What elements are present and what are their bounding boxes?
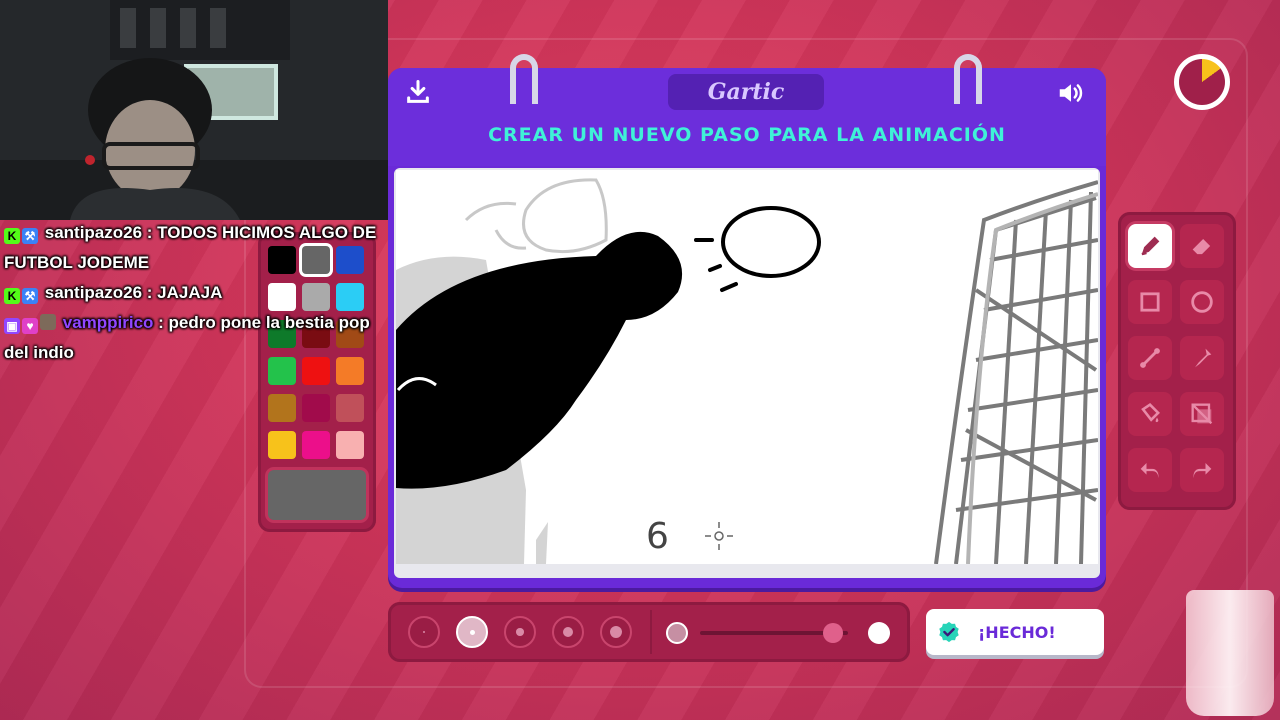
chat-separator: : bbox=[153, 313, 169, 332]
undo-tool-icon[interactable] bbox=[1128, 448, 1172, 492]
brush-size-dot bbox=[563, 627, 573, 637]
canvas-frame: 6 bbox=[394, 168, 1100, 578]
chat-message: K ⚒ santipazo26 : JAJAJA bbox=[4, 278, 384, 308]
color-swatch[interactable] bbox=[302, 394, 330, 422]
chat-message: K ⚒ santipazo26 : TODOS HICIMOS ALGO DE F… bbox=[4, 218, 384, 278]
sound-icon[interactable] bbox=[1056, 78, 1088, 110]
opacity-min-icon bbox=[666, 622, 688, 644]
color-swatch[interactable] bbox=[336, 394, 364, 422]
brush-size-button[interactable] bbox=[600, 616, 632, 648]
divider bbox=[650, 610, 652, 654]
brush-size-button[interactable] bbox=[408, 616, 440, 648]
drawing-canvas[interactable]: 6 bbox=[396, 170, 1098, 564]
pickaxe-badge-icon: ⚒ bbox=[22, 228, 38, 244]
brush-size-button[interactable] bbox=[504, 616, 536, 648]
gartic-logo: Gartic bbox=[668, 74, 824, 110]
chat-message: ▣ ♥ vamppirico : pedro pone la bestia pop… bbox=[4, 308, 384, 368]
binder-ring bbox=[954, 54, 982, 104]
brush-size-dot bbox=[469, 629, 475, 635]
color-swatch[interactable] bbox=[268, 431, 296, 459]
frame-number: 6 bbox=[646, 516, 669, 557]
circle-tool-icon[interactable] bbox=[1180, 280, 1224, 324]
download-icon[interactable] bbox=[404, 78, 436, 110]
chat-username: santipazo26 bbox=[44, 223, 143, 242]
current-color-swatch bbox=[268, 470, 366, 520]
binder-ring bbox=[510, 54, 538, 104]
instruction-title: CREAR UN NUEVO PASO PARA LA ANIMACIÓN bbox=[488, 124, 1006, 146]
webcam-feed bbox=[0, 0, 388, 220]
rectangle-tool-icon[interactable] bbox=[1128, 280, 1172, 324]
drinking-glass bbox=[1186, 590, 1274, 716]
check-badge-icon bbox=[938, 621, 960, 643]
eraser-tool-icon[interactable] bbox=[1180, 224, 1224, 268]
layer-tool-icon[interactable] bbox=[1180, 392, 1224, 436]
brush-size-button[interactable] bbox=[552, 616, 584, 648]
chat-separator: : bbox=[142, 283, 158, 302]
brush-size-dot bbox=[516, 628, 524, 636]
pickaxe-badge-icon: ⚒ bbox=[22, 288, 38, 304]
brush-size-button[interactable] bbox=[456, 616, 488, 648]
brush-size-dot bbox=[422, 630, 426, 634]
round-timer bbox=[1174, 54, 1230, 110]
opacity-slider-handle[interactable] bbox=[823, 623, 844, 643]
pencil-tool-icon[interactable] bbox=[1128, 224, 1172, 268]
color-swatch[interactable] bbox=[268, 394, 296, 422]
opacity-max-icon bbox=[868, 622, 890, 644]
chat-separator: : bbox=[142, 223, 158, 242]
redo-tool-icon[interactable] bbox=[1180, 448, 1224, 492]
chat-username: vamppirico bbox=[62, 313, 154, 332]
tool-panel bbox=[1118, 212, 1236, 510]
timer-dial bbox=[1179, 59, 1225, 105]
twitch-badge-icon: ▣ bbox=[4, 318, 20, 334]
brush-size-dot bbox=[609, 625, 623, 639]
heart-badge-icon: ♥ bbox=[22, 318, 38, 334]
brush-settings-bar bbox=[388, 602, 910, 662]
fill-tool-icon[interactable] bbox=[1128, 392, 1172, 436]
color-swatch[interactable] bbox=[302, 431, 330, 459]
done-button-label: ¡HECHO! bbox=[978, 622, 1056, 642]
line-tool-icon[interactable] bbox=[1128, 336, 1172, 380]
kick-badge-icon: K bbox=[4, 228, 20, 244]
eyedropper-tool-icon[interactable] bbox=[1180, 336, 1224, 380]
done-button[interactable]: ¡HECHO! bbox=[926, 609, 1104, 655]
stream-chat: K ⚒ santipazo26 : TODOS HICIMOS ALGO DE F… bbox=[4, 218, 384, 368]
chat-text: pedro pone la bestia pop del indio bbox=[4, 313, 370, 362]
chat-text: JAJAJA bbox=[157, 283, 223, 302]
chat-username: santipazo26 bbox=[44, 283, 143, 302]
avatar-badge-icon bbox=[40, 314, 56, 330]
color-swatch[interactable] bbox=[336, 431, 364, 459]
drawing-panel: Gartic CREAR UN NUEVO PASO PARA LA ANIMA… bbox=[388, 54, 1106, 588]
panel-header: Gartic CREAR UN NUEVO PASO PARA LA ANIMA… bbox=[388, 68, 1106, 166]
kick-badge-icon: K bbox=[4, 288, 20, 304]
